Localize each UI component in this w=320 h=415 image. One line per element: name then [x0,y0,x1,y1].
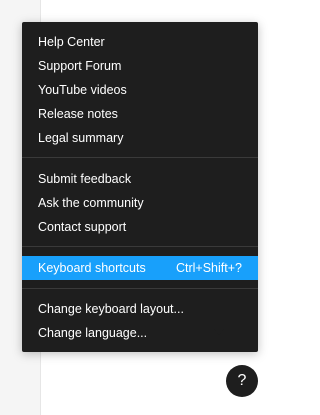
menu-item-keyboard-shortcuts[interactable]: Keyboard shortcuts Ctrl+Shift+? [22,256,258,280]
menu-item-support-forum[interactable]: Support Forum [22,54,258,78]
menu-item-contact-support[interactable]: Contact support [22,215,258,239]
menu-item-legal-summary[interactable]: Legal summary [22,126,258,150]
question-mark-icon: ? [237,372,247,389]
menu-item-release-notes[interactable]: Release notes [22,102,258,126]
menu-item-ask-community[interactable]: Ask the community [22,191,258,215]
help-button[interactable]: ? [226,365,258,397]
help-menu: Help Center Support Forum YouTube videos… [22,22,258,352]
menu-item-youtube-videos[interactable]: YouTube videos [22,78,258,102]
menu-divider [22,288,258,289]
menu-item-change-keyboard-layout[interactable]: Change keyboard layout... [22,297,258,321]
menu-divider [22,157,258,158]
menu-item-submit-feedback[interactable]: Submit feedback [22,167,258,191]
menu-item-label: Keyboard shortcuts [38,261,146,275]
shortcut-hint: Ctrl+Shift+? [175,261,242,275]
menu-item-help-center[interactable]: Help Center [22,30,258,54]
menu-pointer-arrow [214,329,224,335]
menu-divider [22,246,258,247]
